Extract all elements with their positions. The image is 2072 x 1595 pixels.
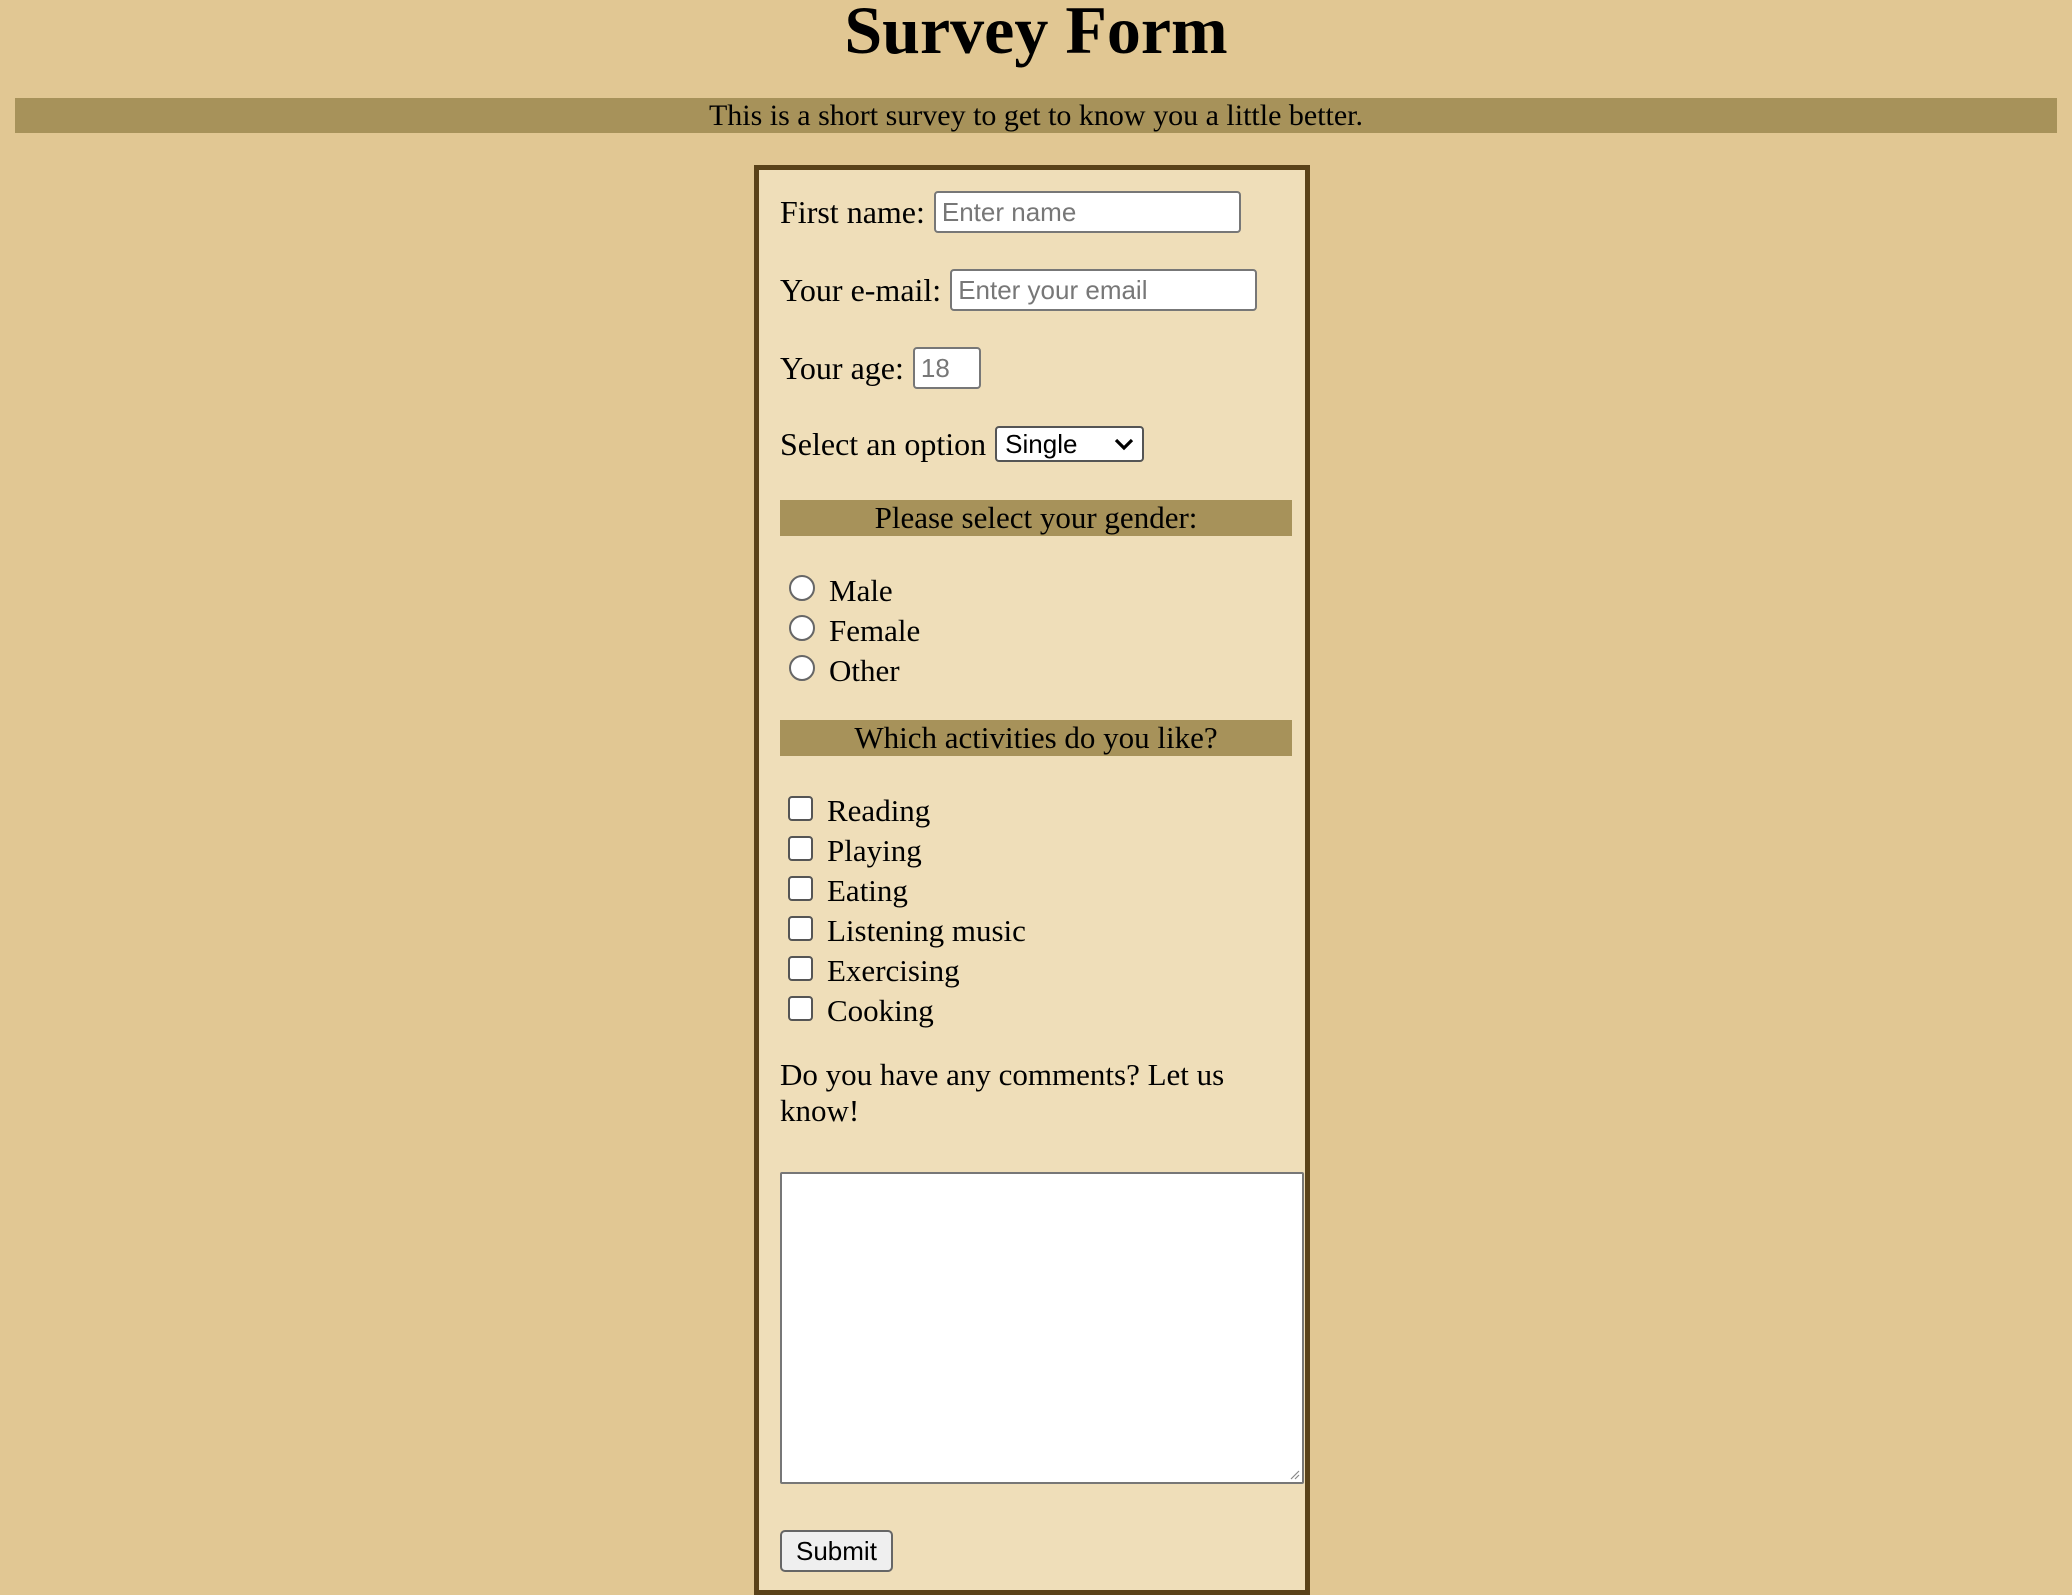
activity-option-label: Cooking	[827, 993, 934, 1028]
status-row: Select an option Single	[780, 424, 1145, 464]
activity-option-label: Reading	[827, 793, 931, 828]
gender-option-other[interactable]: Other	[789, 651, 900, 691]
age-label: Your age:	[780, 350, 904, 386]
activity-option-label: Listening music	[827, 913, 1026, 948]
first-name-input[interactable]	[933, 191, 1241, 233]
gender-heading: Please select your gender:	[780, 500, 1292, 536]
gender-option-male[interactable]: Male	[789, 571, 893, 611]
checkbox[interactable]	[788, 995, 813, 1021]
first-name-row: First name:	[780, 191, 1241, 233]
submit-button[interactable]: Submit	[780, 1530, 893, 1572]
first-name-label: First name:	[780, 194, 925, 230]
gender-option-label: Female	[829, 613, 921, 648]
checkbox[interactable]	[788, 915, 813, 941]
status-selected-value: Single	[1005, 429, 1078, 459]
radio-button[interactable]	[789, 575, 815, 601]
gender-option-label: Other	[829, 653, 900, 688]
survey-form: First name: Your e-mail: Your age: Selec…	[754, 165, 1310, 1595]
comments-textarea[interactable]	[780, 1172, 1304, 1484]
checkbox[interactable]	[788, 795, 813, 821]
checkbox[interactable]	[788, 955, 813, 981]
activity-option-eating[interactable]: Eating	[788, 871, 908, 911]
radio-button[interactable]	[789, 615, 815, 641]
page-description: This is a short survey to get to know yo…	[15, 98, 2057, 133]
gender-option-label: Male	[829, 573, 893, 608]
activity-option-cooking[interactable]: Cooking	[788, 991, 934, 1031]
gender-option-female[interactable]: Female	[789, 611, 920, 651]
activity-option-playing[interactable]: Playing	[788, 831, 922, 871]
activity-option-exercising[interactable]: Exercising	[788, 951, 960, 991]
radio-button[interactable]	[789, 655, 815, 681]
activity-option-reading[interactable]: Reading	[788, 791, 930, 831]
status-label: Select an option	[780, 426, 987, 462]
checkbox[interactable]	[788, 875, 813, 901]
activities-heading: Which activities do you like?	[780, 720, 1292, 756]
activity-option-label: Exercising	[827, 953, 960, 988]
chevron-down-icon	[1115, 438, 1134, 451]
age-row: Your age:	[780, 347, 981, 389]
email-label: Your e-mail:	[780, 272, 942, 308]
page-title: Survey Form	[844, 0, 1228, 68]
age-input[interactable]	[912, 347, 981, 389]
status-select[interactable]: Single	[995, 426, 1145, 462]
email-input[interactable]	[950, 269, 1258, 311]
comments-label: Do you have any comments? Let us know!	[780, 1057, 1225, 1128]
email-row: Your e-mail:	[780, 269, 1258, 311]
checkbox[interactable]	[788, 835, 813, 861]
activity-option-listening-music[interactable]: Listening music	[788, 911, 1026, 951]
resize-grip-icon[interactable]	[1290, 1470, 1300, 1480]
activity-option-label: Playing	[827, 833, 922, 868]
activity-option-label: Eating	[827, 873, 908, 908]
